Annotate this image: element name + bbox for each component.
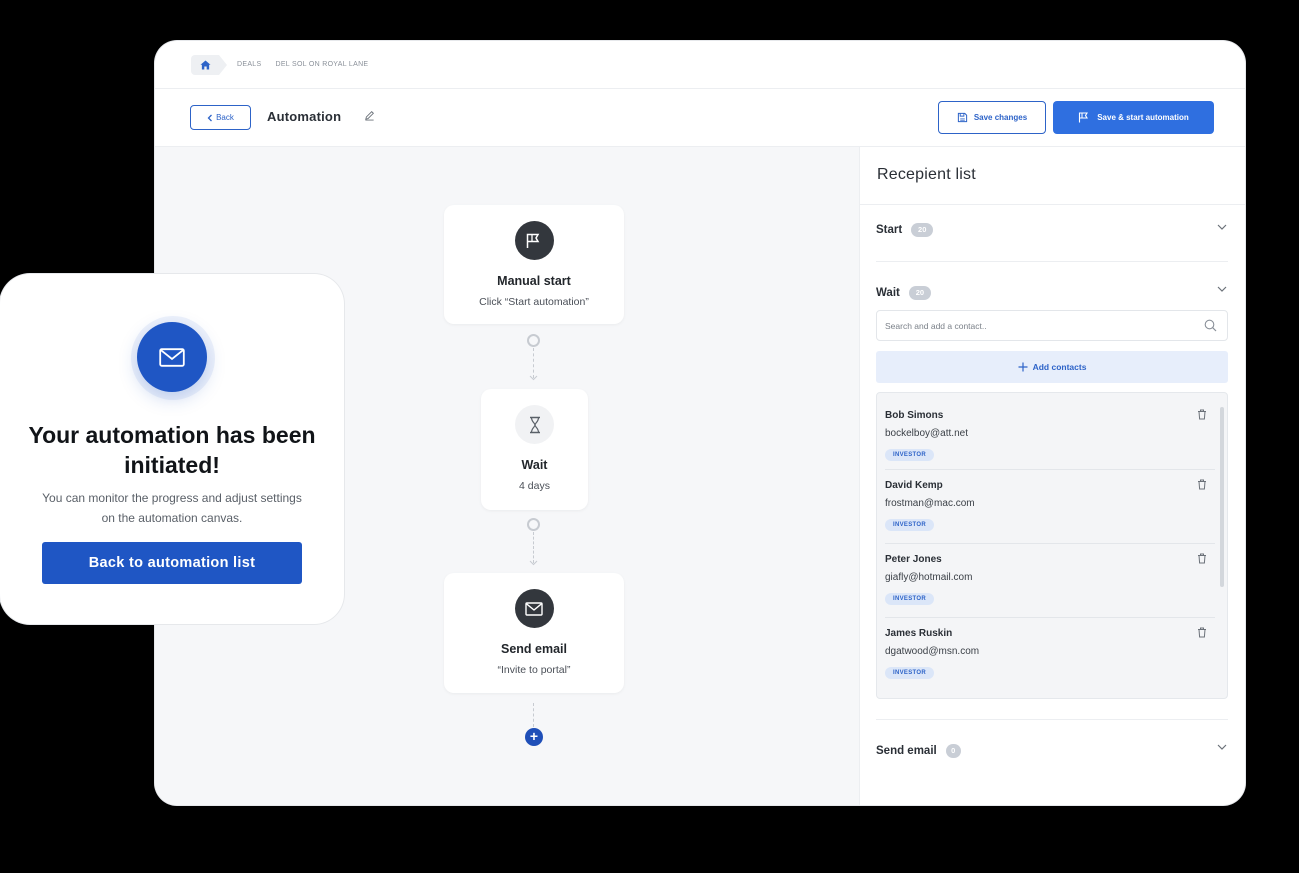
toolbar: Back Automation Save changes Save & star… <box>155 89 1245 147</box>
search-icon[interactable] <box>1204 319 1217 332</box>
section-start-header[interactable]: Start 20 <box>876 223 934 237</box>
contact-email: dgatwood@msn.com <box>885 646 980 657</box>
node-title: Send email <box>501 642 567 656</box>
node-wait[interactable]: Wait 4 days <box>481 389 588 510</box>
section-label: Send email <box>876 745 937 757</box>
section-label: Start <box>876 224 903 236</box>
count-badge: 0 <box>945 744 961 758</box>
back-label: Back <box>216 113 234 122</box>
save-start-label: Save & start automation <box>1097 113 1189 122</box>
save-icon <box>957 112 967 123</box>
node-icon-circle <box>514 221 554 260</box>
home-button[interactable] <box>191 54 227 75</box>
plus-icon <box>1018 362 1028 372</box>
contact-name: David Kemp <box>885 480 943 491</box>
contact-email: frostman@mac.com <box>885 498 975 509</box>
trash-icon[interactable] <box>1197 627 1207 638</box>
scrollbar[interactable] <box>1220 407 1224 587</box>
contact-item[interactable]: David Kemp frostman@mac.com INVESTOR <box>885 480 1215 531</box>
contact-email: bockelboy@att.net <box>885 428 968 439</box>
role-tag: INVESTOR <box>885 667 934 679</box>
page-title: Automation <box>267 109 342 124</box>
chevron-down-icon[interactable] <box>1217 286 1227 293</box>
trash-icon[interactable] <box>1197 553 1207 564</box>
contact-name: Peter Jones <box>885 554 942 565</box>
back-button[interactable]: Back <box>190 105 251 130</box>
success-modal: Your automation has been initiated! You … <box>0 274 344 624</box>
breadcrumb: DEALS DEL SOL ON ROYAL LANE <box>155 41 1245 89</box>
count-badge: 20 <box>908 286 931 300</box>
back-to-list-button[interactable]: Back to automation list <box>42 542 302 584</box>
home-icon <box>200 59 210 70</box>
contact-search-input[interactable] <box>885 320 1185 331</box>
section-send-email-header[interactable]: Send email 0 <box>876 744 961 758</box>
connector-dot[interactable] <box>527 518 540 531</box>
node-title: Manual start <box>497 274 571 288</box>
node-subtitle: 4 days <box>519 480 550 492</box>
node-title: Wait <box>521 458 548 472</box>
envelope-icon <box>159 347 185 367</box>
contact-item[interactable]: Bob Simons bockelboy@att.net INVESTOR <box>885 410 1215 461</box>
divider <box>885 543 1215 544</box>
contact-name: Bob Simons <box>885 410 944 421</box>
divider <box>885 617 1215 618</box>
section-wait-header[interactable]: Wait 20 <box>876 286 931 300</box>
node-icon-circle <box>515 405 554 444</box>
save-changes-label: Save changes <box>973 113 1028 122</box>
role-tag: INVESTOR <box>885 593 934 605</box>
chevron-down-icon[interactable] <box>1217 224 1227 231</box>
recipient-panel: Recepient list Start 20 Wait 20 Add cont… <box>859 147 1245 805</box>
trash-icon[interactable] <box>1197 479 1207 490</box>
modal-icon-circle <box>137 322 207 392</box>
connector-line <box>533 532 534 563</box>
contact-name: James Ruskin <box>885 628 953 639</box>
save-start-automation-button[interactable]: Save & start automation <box>1053 101 1214 134</box>
modal-body: You can monitor the progress and adjust … <box>42 491 302 525</box>
contact-item[interactable]: James Ruskin dgatwood@msn.com INVESTOR <box>885 628 1215 679</box>
connector-dot[interactable] <box>527 334 540 347</box>
divider <box>876 261 1228 262</box>
node-manual-start[interactable]: Manual start Click “Start automation” <box>444 205 624 324</box>
node-subtitle: “Invite to portal” <box>497 664 571 676</box>
panel-title: Recepient list <box>877 166 976 183</box>
role-tag: INVESTOR <box>885 449 934 461</box>
node-subtitle: Click “Start automation” <box>479 296 589 308</box>
chevron-left-icon <box>207 114 213 121</box>
breadcrumb-item-deal[interactable]: DEL SOL ON ROYAL LANE <box>275 61 368 68</box>
add-contacts-button[interactable]: Add contacts <box>876 351 1228 383</box>
add-step-button[interactable]: + <box>525 728 543 746</box>
breadcrumb-item-deals[interactable]: DEALS <box>237 61 261 68</box>
node-icon-circle <box>514 589 554 628</box>
arrow-down-icon <box>529 375 538 381</box>
divider <box>876 719 1228 720</box>
flag-icon <box>1079 112 1089 123</box>
contact-search-box[interactable] <box>876 310 1228 341</box>
hourglass-icon <box>529 416 540 433</box>
contact-email: giafly@hotmail.com <box>885 572 973 583</box>
modal-title: Your automation has been initiated! <box>28 422 316 478</box>
connector-line <box>533 703 534 727</box>
count-badge: 20 <box>911 223 934 237</box>
arrow-down-icon <box>529 560 538 566</box>
divider <box>885 469 1215 470</box>
chevron-down-icon[interactable] <box>1217 744 1227 751</box>
contact-item[interactable]: Peter Jones giafly@hotmail.com INVESTOR <box>885 554 1215 605</box>
contact-list[interactable]: Bob Simons bockelboy@att.net INVESTOR Da… <box>876 392 1228 699</box>
section-label: Wait <box>876 287 900 299</box>
trash-icon[interactable] <box>1197 409 1207 420</box>
save-changes-button[interactable]: Save changes <box>938 101 1046 134</box>
divider <box>860 204 1245 205</box>
pencil-icon[interactable] <box>364 110 375 121</box>
role-tag: INVESTOR <box>885 519 934 531</box>
flag-icon <box>526 233 540 248</box>
connector-line <box>533 348 534 378</box>
node-send-email[interactable]: Send email “Invite to portal” <box>444 573 624 693</box>
add-contacts-label: Add contacts <box>1032 362 1087 372</box>
envelope-icon <box>525 601 543 616</box>
